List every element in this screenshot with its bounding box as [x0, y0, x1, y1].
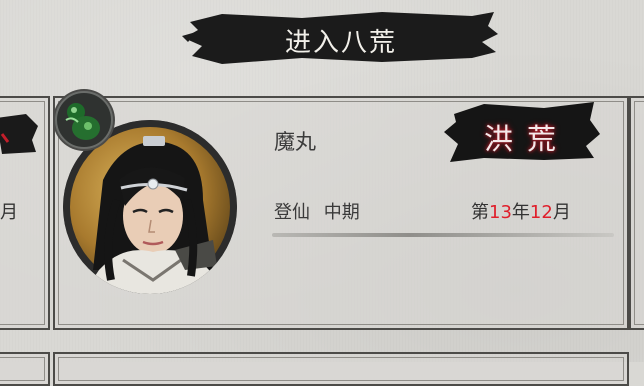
jade-gourd-icon: [53, 89, 115, 151]
date-prefix: 第: [471, 202, 489, 223]
character-name: 魔丸: [274, 130, 316, 154]
save-slot-card-bottom[interactable]: [53, 352, 629, 386]
cultivation-realm: 登仙 中期: [274, 202, 360, 223]
jade-gourd-badge[interactable]: [52, 88, 116, 152]
world-name: 洪荒: [484, 122, 571, 156]
left-card-month: 月: [0, 202, 18, 223]
page-title: 进入八荒: [284, 28, 397, 58]
date-year-unit: 年: [511, 202, 530, 223]
title-banner: 进入八荒: [182, 8, 500, 66]
game-date: 第13年12月: [471, 198, 571, 224]
ink-seal-icon: [0, 114, 38, 154]
date-month: 12: [529, 202, 553, 223]
date-year: 13: [489, 202, 512, 223]
world-seal: 洪荒: [444, 100, 602, 164]
save-slot-card-right[interactable]: [629, 96, 644, 330]
save-slot-card-bottom-left[interactable]: [0, 352, 50, 386]
divider: [272, 233, 614, 237]
date-month-unit: 月: [552, 202, 571, 223]
